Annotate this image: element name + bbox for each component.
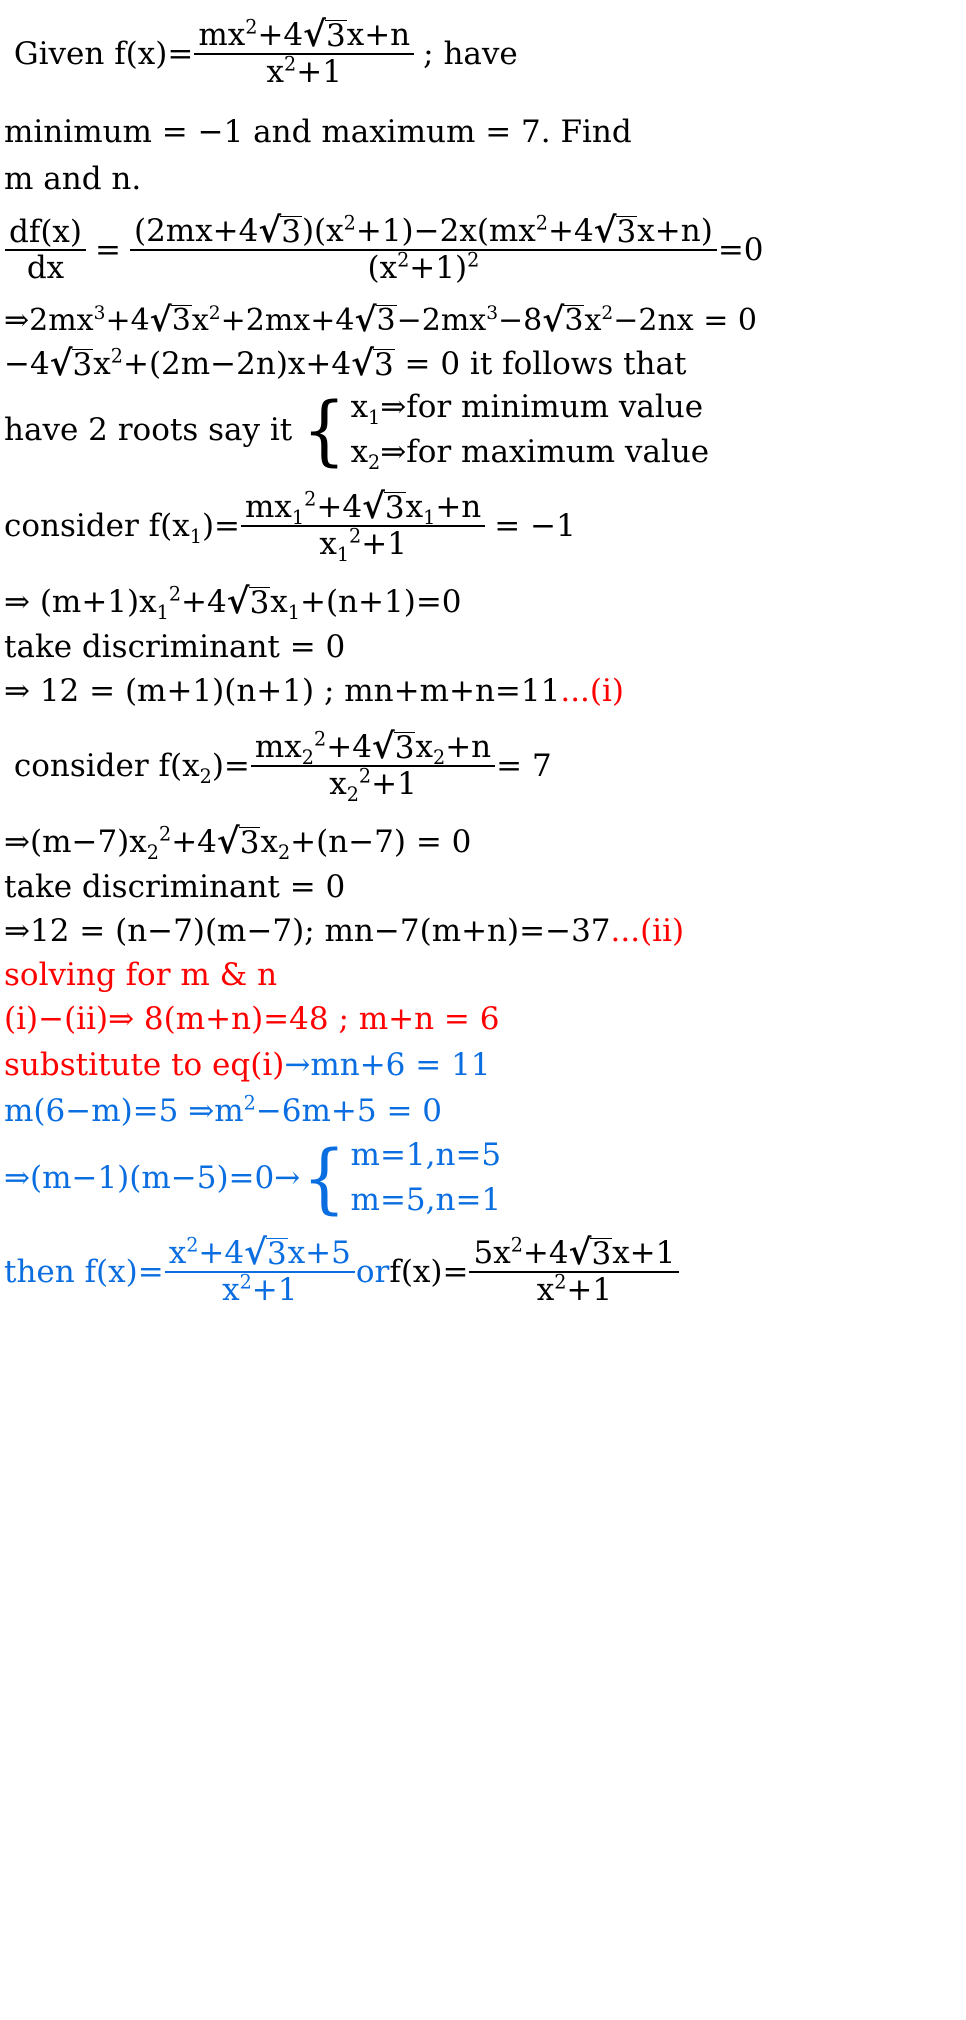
derivative-quotient-denominator: (x2+1)2 [367, 248, 480, 286]
derivative-quotient-numerator: (2mx+4 √ 3)(x2+1)−2x(mx2+4 √ 3 x+n) [133, 210, 713, 252]
equals-sign: = [95, 231, 121, 268]
min-case-label: consider f(x1)= [4, 507, 241, 548]
roots-cases-line: have 2 roots say it { x1⇒for minimum val… [0, 386, 966, 474]
min-case-equals: = −1 [494, 507, 576, 544]
equation-tag-i: ...(i) [560, 672, 625, 709]
solving-heading-text: solving for m & n [4, 956, 278, 993]
solving-step4-line: ⇒(m−1)(m−5)=0→ { m=1,n=5 m=5,n=1 [0, 1134, 966, 1222]
expansion-line-1: ⇒2mx3+4 √ 3 x2+2mx+4 √ 3 −2mx3−8 √ 3 x2−2nx = 0 [0, 298, 966, 342]
given-suffix: ; have [423, 35, 518, 72]
min-case-fraction: mx12+4 √ 3 x1+n x12+1 [241, 486, 486, 567]
solution-cases-group: { m=1,n=5 m=5,n=1 [300, 1133, 502, 1223]
solving-step4-prefix: ⇒(m−1)(m−5)=0→ [4, 1159, 301, 1196]
solving-step2-red-text: substitute to eq(i) [4, 1046, 285, 1083]
min-case-numerator: mx12+4 √ 3 x1+n [245, 486, 482, 530]
solving-step3-text: m(6−m)=5 ⇒m2−6m+5 = 0 [4, 1091, 443, 1129]
max-case-label: consider f(x2)= [4, 747, 250, 788]
solving-step1-line: (i)−(ii)⇒ 8(m+n)=48 ; m+n = 6 [0, 996, 966, 1042]
roots-lead-text: have 2 roots say it [4, 411, 293, 448]
max-result-line: ⇒12 = (n−7)(m−7); mn−7(m+n)=−37 ...(ii) [0, 908, 966, 954]
expansion-1-text: ⇒2mx3+4 √ 3 x2+2mx+4 √ 3 −2mx3−8 √ 3 x2−2nx = 0 [4, 299, 757, 339]
solution-case-a: m=1,n=5 [350, 1137, 502, 1174]
solving-step2-line: substitute to eq(i) →mn+6 = 11 [0, 1042, 966, 1088]
final-second-fraction: 5x2+4 √ 3 x+1 x2+1 [469, 1232, 680, 1308]
min-discriminant-line: take discriminant = 0 [0, 626, 966, 668]
equation-tag-ii: ...(ii) [610, 912, 685, 949]
given-numerator: mx2+4 √ 3 x+n [198, 14, 411, 56]
root-case-minimum: x1⇒for minimum value [350, 389, 704, 430]
max-discriminant-line: take discriminant = 0 [0, 866, 966, 908]
root-case-maximum: x2⇒for maximum value [350, 434, 710, 475]
min-case-expanded-line: ⇒ (m+1)x12+4 √ 3 x1+(n+1)=0 [0, 578, 966, 626]
max-case-expanded-text: ⇒(m−7)x22+4 √ 3 x2+(n−7) = 0 [4, 820, 472, 864]
brace-open-icon: { [302, 385, 347, 474]
solving-step3-line: m(6−m)=5 ⇒m2−6m+5 = 0 [0, 1088, 966, 1134]
min-case-line: consider f(x1)= mx12+4 √ 3 x1+n x12+1 = −1 [0, 474, 966, 578]
final-lead-label: then f(x)= [4, 1253, 164, 1290]
derivative-quotient: (2mx+4 √ 3)(x2+1)−2x(mx2+4 √ 3 x+n) (x2+1)2 [129, 210, 717, 286]
derivative-line: df(x) dx = (2mx+4 √ 3)(x2+1)−2x(mx2+4 √ 3 x+n… [0, 202, 966, 298]
derivative-numerator: df(x) [9, 213, 82, 250]
final-second-denominator: x2+1 [536, 1270, 613, 1308]
final-answer-line: then f(x)= x2+4 √ 3 x+5 x2+1 or f(x)= 5x2+4… [0, 1222, 966, 1322]
max-case-expanded-line: ⇒(m−7)x22+4 √ 3 x2+(n−7) = 0 [0, 818, 966, 866]
solving-step2-blue-text: →mn+6 = 11 [284, 1046, 491, 1083]
given-fraction: mx2+4 √ 3 x+n x2+1 [194, 14, 415, 90]
min-case-denominator: x12+1 [319, 524, 407, 567]
expansion-2-text: −4 √ 3 x2+(2m−2n)x+4 √ 3 = 0 it follows that [4, 342, 687, 384]
max-result-text: ⇒12 = (n−7)(m−7); mn−7(m+n)=−37 [4, 912, 611, 949]
final-second-lead: f(x)= [389, 1253, 469, 1290]
solving-step1-text: (i)−(ii)⇒ 8(m+n)=48 ; m+n = 6 [4, 1000, 500, 1037]
min-discriminant-text: take discriminant = 0 [4, 628, 346, 665]
max-discriminant-text: take discriminant = 0 [4, 868, 346, 905]
final-first-numerator: x2+4 √ 3 x+5 [168, 1232, 351, 1274]
max-case-denominator: x22+1 [329, 764, 417, 807]
unknowns-text: m and n. [4, 160, 142, 197]
condition-text: minimum = −1 and maximum = 7. Find [4, 113, 632, 150]
derivative-result: =0 [717, 231, 764, 268]
final-or-text: or [355, 1253, 390, 1290]
max-case-line: consider f(x2)= mx22+4 √ 3 x2+n x22+1 = 7 [0, 714, 966, 818]
final-second-numerator: 5x2+4 √ 3 x+1 [473, 1232, 676, 1274]
roots-cases-group: { x1⇒for minimum value x2⇒for maximum va… [300, 385, 710, 475]
derivative-denominator: dx [26, 249, 65, 286]
unknowns-line: m and n. [0, 156, 966, 202]
expansion-line-2: −4 √ 3 x2+(2m−2n)x+4 √ 3 = 0 it follows that [0, 342, 966, 386]
min-case-expanded-text: ⇒ (m+1)x12+4 √ 3 x1+(n+1)=0 [4, 580, 462, 624]
max-case-fraction: mx22+4 √ 3 x2+n x22+1 [250, 726, 496, 807]
solving-heading-line: solving for m & n [0, 954, 966, 996]
condition-line: minimum = −1 and maximum = 7. Find [0, 108, 966, 156]
given-denominator: x2+1 [266, 52, 342, 90]
min-result-line: ⇒ 12 = (m+1)(n+1) ; mn+m+n=11 ...(i) [0, 668, 966, 714]
problem-statement-line: Given f(x)= mx2+4 √ 3 x+n x2+1 ; have [0, 0, 966, 108]
solution-case-b: m=5,n=1 [350, 1182, 502, 1218]
derivative-operator: df(x) dx [5, 216, 86, 285]
max-case-numerator: mx22+4 √ 3 x2+n [254, 726, 492, 770]
min-result-text: ⇒ 12 = (m+1)(n+1) ; mn+m+n=11 [4, 672, 561, 709]
final-first-fraction: x2+4 √ 3 x+5 x2+1 [164, 1232, 355, 1308]
math-solution-page: Given f(x)= mx2+4 √ 3 x+n x2+1 ; have minim… [0, 0, 966, 2020]
brace-open-icon: { [302, 1133, 347, 1222]
given-label: Given f(x)= [4, 35, 194, 72]
max-case-equals: = 7 [496, 747, 552, 784]
final-first-denominator: x2+1 [222, 1270, 298, 1308]
